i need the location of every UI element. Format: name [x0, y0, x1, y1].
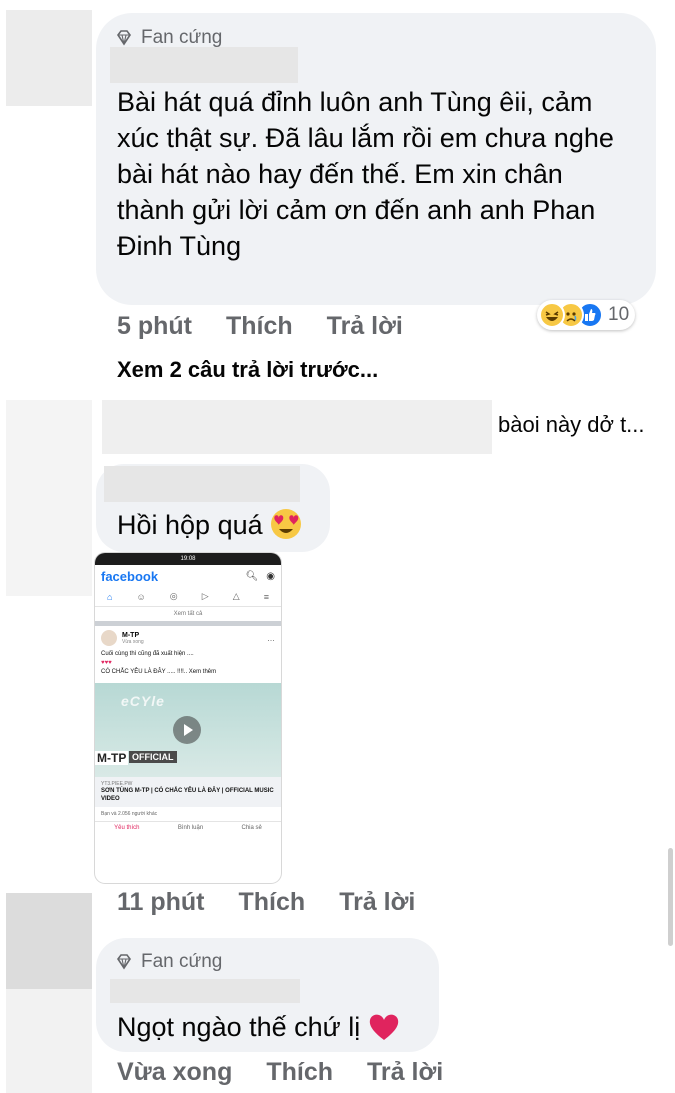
badge-label: Fan cứng: [141, 951, 223, 972]
comment-text: Ngọt ngào thế chứ lị: [117, 1009, 400, 1045]
comment-text: Bài hát quá đỉnh luôn anh Tùng êii, cảm …: [117, 87, 614, 261]
reply-link[interactable]: Trả lời: [367, 1058, 443, 1087]
fan-badge: Fan cứng: [115, 27, 222, 49]
mtp-logo: M-TP: [95, 751, 129, 765]
comment-time[interactable]: 5 phút: [117, 312, 192, 341]
post-likes: Bạn và 2.056 người khác: [101, 811, 158, 817]
diamond-icon: [117, 954, 131, 970]
status-time: 19:08: [180, 556, 196, 562]
play-icon: [173, 716, 201, 744]
scrollbar[interactable]: [668, 848, 673, 946]
avatar-lower-blur: [6, 989, 92, 1093]
view-previous-replies[interactable]: Xem 2 câu trả lời trước...: [117, 357, 378, 383]
haha-icon: [539, 302, 565, 328]
like-link[interactable]: Thích: [226, 312, 293, 341]
menu-icon: ≡: [263, 591, 269, 602]
watch-icon: ▷: [201, 591, 209, 601]
heart-eyes-emoji: [271, 509, 302, 539]
comment-time[interactable]: 11 phút: [117, 888, 205, 917]
avatar[interactable]: [6, 400, 92, 596]
app-header: facebook 🔍︎ ◉: [95, 565, 281, 587]
red-heart-emoji: [369, 1014, 398, 1040]
post-author: M-TP: [122, 631, 140, 639]
comment-actions: 5 phút Thích Trả lời: [117, 312, 403, 341]
groups-icon: ◎: [169, 591, 178, 601]
avatar[interactable]: [6, 10, 92, 106]
video-thumbnail: eCYle M-TP OFFICIAL: [95, 683, 281, 777]
comment-actions: Vừa xong Thích Trả lời: [117, 1058, 443, 1087]
see-all-link: Xem tất cả: [173, 611, 203, 617]
post-actions: Yêu thích Bình luận Chia sẻ: [95, 821, 281, 831]
commenter-name-redacted[interactable]: [110, 979, 300, 1003]
comment-action: Bình luận: [177, 825, 204, 831]
commenter-name-redacted[interactable]: [102, 400, 492, 454]
diamond-icon: [117, 30, 131, 46]
messenger-icon: ◉: [266, 570, 275, 582]
comment-time[interactable]: Vừa xong: [117, 1058, 232, 1087]
image-attachment[interactable]: 19:08 facebook 🔍︎ ◉ ⌂ ☺ ◎ ▷ △ ≡ Xem tất …: [95, 553, 281, 883]
love-action: Yêu thích: [114, 825, 140, 831]
facebook-logo: facebook: [101, 568, 159, 584]
link-title: SƠN TÙNG M-TP | CÓ CHẮC YÊU LÀ ĐÂY | OFF…: [101, 788, 274, 802]
badge-label: Fan cứng: [141, 27, 223, 48]
reply-link[interactable]: Trả lời: [339, 888, 415, 917]
home-icon: ⌂: [107, 591, 113, 602]
commenter-name-redacted[interactable]: [104, 466, 300, 502]
link-preview: YT3.PIEE.PW SƠN TÙNG M-TP | CÓ CHẮC YÊU …: [95, 777, 281, 807]
more-icon: …: [267, 633, 275, 643]
reaction-summary[interactable]: 10: [537, 300, 636, 330]
status-bar: 19:08: [95, 553, 281, 565]
bell-icon: △: [232, 591, 240, 601]
reply-link[interactable]: Trả lời: [327, 312, 403, 341]
share-action: Chia sẻ: [241, 825, 262, 831]
video-title-art: eCYle: [121, 693, 165, 709]
app-tabs: ⌂ ☺ ◎ ▷ △ ≡: [95, 587, 281, 607]
post-avatar: [101, 630, 117, 646]
like-link[interactable]: Thích: [266, 1058, 333, 1087]
fan-badge: Fan cứng: [115, 951, 222, 973]
post-time: Vừa xong: [122, 638, 144, 645]
avatar[interactable]: [6, 893, 92, 989]
like-link[interactable]: Thích: [239, 888, 306, 917]
friends-icon: ☺: [136, 591, 146, 602]
reaction-count: 10: [608, 304, 630, 325]
official-label: OFFICIAL: [129, 751, 177, 763]
comment-actions: 11 phút Thích Trả lời: [117, 888, 415, 917]
hearts-icon: ♥♥♥: [101, 660, 112, 666]
comment-text: Hồi hộp quá: [117, 507, 302, 543]
post-text: Cuối cùng thì cũng đã xuất hiện .... ♥♥♥…: [95, 650, 281, 677]
search-icon: 🔍︎: [245, 570, 259, 582]
post-header: M-TP Vừa xong …: [95, 626, 281, 650]
commenter-name-redacted[interactable]: [110, 47, 298, 83]
comment-text-truncated[interactable]: bàoi này dở t...: [498, 412, 645, 438]
